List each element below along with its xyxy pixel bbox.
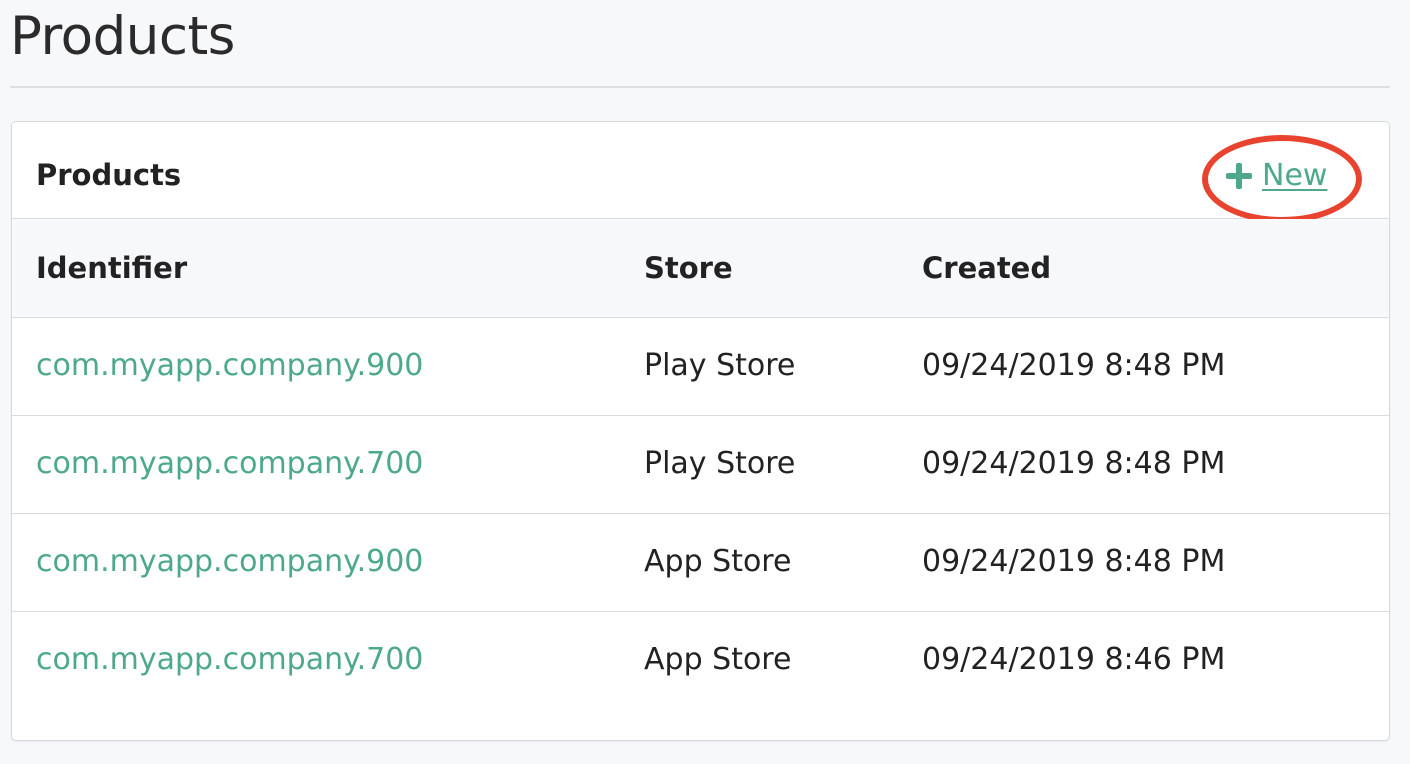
products-card: Products New Identifier Store Created co…	[11, 121, 1390, 741]
table-row: com.myapp.company.700 Play Store 09/24/2…	[12, 416, 1389, 514]
product-store: Play Store	[644, 348, 796, 383]
table-row: com.myapp.company.900 App Store 09/24/20…	[12, 514, 1389, 612]
plus-icon	[1226, 162, 1252, 189]
product-identifier-link[interactable]: com.myapp.company.900	[36, 544, 423, 579]
product-created: 09/24/2019 8:48 PM	[922, 446, 1226, 481]
table-row: com.myapp.company.700 App Store 09/24/20…	[12, 612, 1389, 709]
column-header-created: Created	[922, 251, 1052, 285]
card-title: Products	[36, 158, 182, 192]
product-identifier-link[interactable]: com.myapp.company.900	[36, 348, 423, 383]
card-header: Products New	[12, 122, 1389, 223]
product-store: App Store	[644, 642, 792, 677]
page-title: Products	[10, 6, 235, 67]
product-created: 09/24/2019 8:48 PM	[922, 348, 1226, 383]
product-identifier-link[interactable]: com.myapp.company.700	[36, 642, 423, 677]
product-created: 09/24/2019 8:48 PM	[922, 544, 1226, 579]
table-row: com.myapp.company.900 Play Store 09/24/2…	[12, 318, 1389, 416]
column-header-identifier: Identifier	[36, 251, 188, 285]
new-product-label: New	[1262, 158, 1328, 193]
column-header-store: Store	[644, 251, 733, 285]
product-identifier-link[interactable]: com.myapp.company.700	[36, 446, 423, 481]
table-header: Identifier Store Created	[12, 219, 1389, 318]
title-divider	[10, 86, 1390, 88]
product-created: 09/24/2019 8:46 PM	[922, 642, 1226, 677]
product-store: App Store	[644, 544, 792, 579]
new-product-button[interactable]: New	[1226, 158, 1327, 193]
product-store: Play Store	[644, 446, 796, 481]
